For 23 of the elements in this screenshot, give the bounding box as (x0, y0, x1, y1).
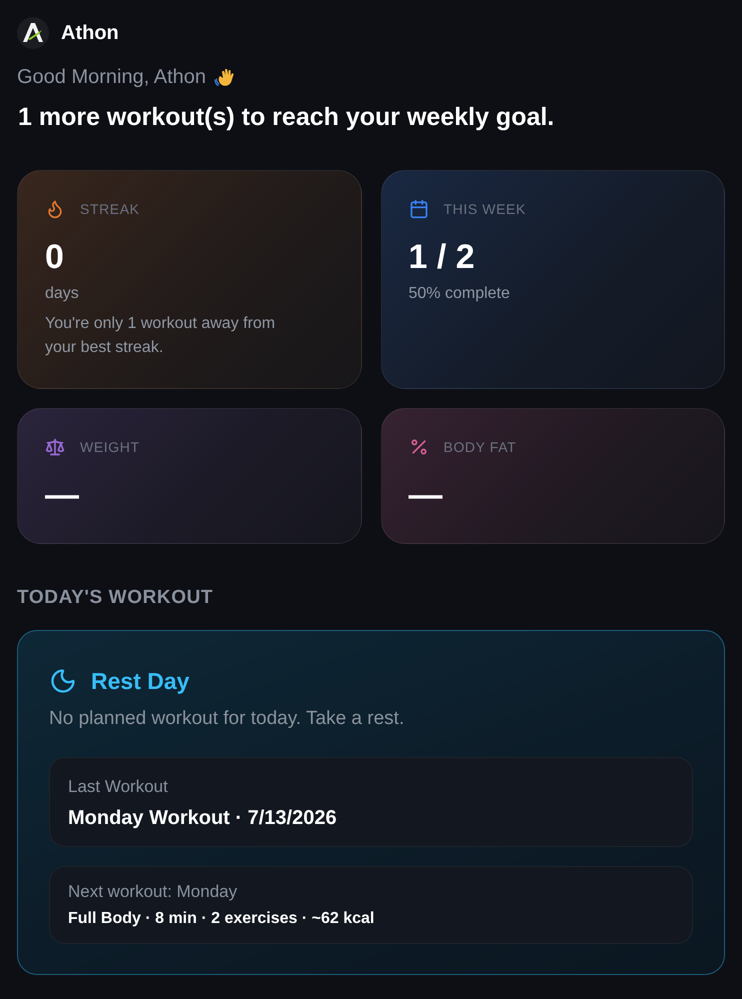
app-name: Athon (61, 22, 119, 44)
weekly-goal-headline: 1 more workout(s) to reach your weekly goal. (18, 102, 556, 133)
stat-caption: 50% complete (408, 284, 511, 304)
stat-value: 1 / 2 (408, 237, 476, 277)
stat-label: THIS WEEK (444, 201, 526, 217)
stat-label: BODY FAT (444, 439, 516, 455)
workout-info-value: Full Body · 8 min · 2 exercises · ~62 kcal (68, 909, 376, 929)
moon-icon (49, 667, 77, 695)
workout-info-label: Next workout: Monday (68, 881, 238, 903)
workout-title: Rest Day (91, 668, 190, 694)
stat-note: You're only 1 workout away from your best streak. (45, 314, 276, 358)
stat-value: — (408, 475, 444, 515)
stat-label: WEIGHT (80, 439, 140, 455)
workout-description: No planned workout for today. Take a rest. (49, 707, 406, 731)
greeting: Good Morning, Athon (17, 65, 206, 90)
workout-info-value: Monday Workout · 7/13/2026 (68, 806, 338, 831)
stat-caption: days (45, 284, 80, 304)
stat-label: STREAK (80, 201, 140, 217)
stat-value: 0 (45, 237, 65, 277)
section-title: TODAY'S WORKOUT (17, 586, 214, 610)
workout-info-label: Last Workout (68, 776, 169, 798)
logo-icon (17, 17, 49, 49)
stat-value: — (45, 475, 80, 515)
